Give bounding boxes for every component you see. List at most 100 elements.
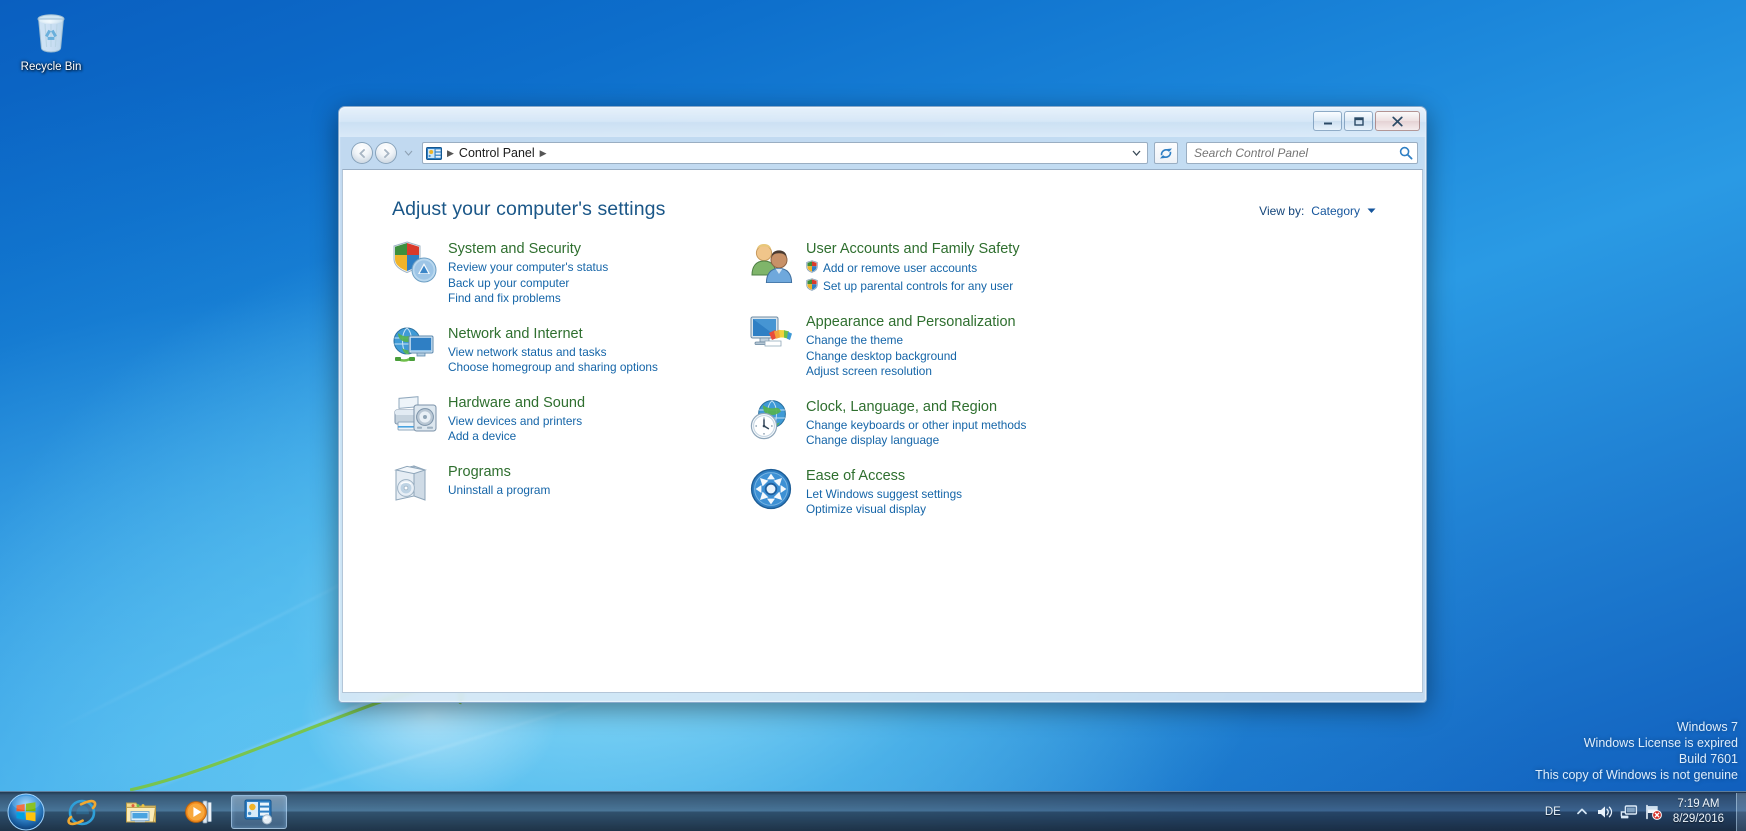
system-tray: DE 7:19 AM 8/29/2016 bbox=[1535, 792, 1746, 831]
search-icon[interactable] bbox=[1399, 146, 1413, 160]
printer-hardware-icon bbox=[392, 393, 448, 445]
category-link-text: Change keyboards or other input methods bbox=[806, 417, 1027, 432]
show-hidden-icons-button[interactable] bbox=[1571, 808, 1593, 815]
control-panel-window[interactable]: ▶ Control Panel ▶ Search Control Panel A… bbox=[338, 106, 1427, 703]
category-link[interactable]: Find and fix problems bbox=[448, 291, 608, 307]
category-title[interactable]: Network and Internet bbox=[448, 325, 583, 343]
forward-button[interactable] bbox=[375, 142, 397, 164]
category-link[interactable]: Let Windows suggest settings bbox=[806, 487, 962, 503]
address-dropdown-button[interactable] bbox=[1128, 143, 1145, 163]
forward-arrow-icon bbox=[383, 148, 390, 158]
close-icon bbox=[1392, 116, 1403, 126]
category-link[interactable]: Change the theme bbox=[806, 333, 1016, 349]
clock[interactable]: 7:19 AM 8/29/2016 bbox=[1665, 797, 1734, 827]
view-by-value[interactable]: Category bbox=[1311, 204, 1360, 218]
category-link[interactable]: Add a device bbox=[448, 429, 585, 445]
category-link[interactable]: Adjust screen resolution bbox=[806, 364, 1016, 380]
taskbar-item-media-player[interactable] bbox=[172, 795, 228, 829]
category-link-text: Set up parental controls for any user bbox=[823, 278, 1014, 293]
windows-explorer-icon bbox=[126, 802, 157, 822]
category-link[interactable]: Change desktop background bbox=[806, 349, 1016, 365]
back-button[interactable] bbox=[351, 142, 373, 164]
category-link[interactable]: Change display language bbox=[806, 433, 1026, 449]
ease-of-access-icon bbox=[750, 466, 806, 518]
page-title: Adjust your computer's settings bbox=[392, 198, 666, 220]
watermark-line-4: This copy of Windows is not genuine bbox=[1535, 768, 1738, 782]
control-panel-icon bbox=[426, 146, 442, 160]
clock-globe-icon bbox=[750, 397, 806, 449]
tray-action-center-button[interactable] bbox=[1641, 804, 1665, 820]
shield-security-icon bbox=[392, 239, 448, 307]
category-link[interactable]: Back up your computer bbox=[448, 276, 608, 292]
desktop-icon-recycle-bin[interactable]: Recycle Bin bbox=[8, 10, 94, 73]
tray-network-button[interactable] bbox=[1617, 804, 1641, 820]
category-title[interactable]: Hardware and Sound bbox=[448, 394, 585, 412]
window-titlebar[interactable] bbox=[339, 107, 1426, 137]
content-header: Adjust your computer's settings View by:… bbox=[343, 170, 1422, 221]
search-box[interactable] bbox=[1186, 142, 1418, 164]
tray-volume-button[interactable] bbox=[1593, 804, 1617, 820]
category-hardware-and-sound[interactable]: Hardware and Sound View devices and prin… bbox=[392, 393, 737, 445]
category-title[interactable]: Clock, Language, and Region bbox=[806, 398, 997, 416]
recycle-bin-icon bbox=[37, 14, 65, 53]
taskbar[interactable]: DE 7:19 AM 8/29/2016 bbox=[0, 791, 1746, 831]
category-body: Hardware and Sound View devices and prin… bbox=[448, 393, 585, 445]
refresh-icon bbox=[1160, 148, 1172, 158]
category-link[interactable]: Choose homegroup and sharing options bbox=[448, 360, 658, 376]
category-column-right: User Accounts and Family Safety Add or r… bbox=[750, 239, 1150, 535]
media-player-icon bbox=[185, 800, 212, 823]
category-title[interactable]: Ease of Access bbox=[806, 467, 905, 485]
breadcrumb-separator-end[interactable]: ▶ bbox=[537, 148, 550, 159]
uac-shield-icon bbox=[806, 260, 819, 278]
breadcrumb-control-panel[interactable]: Control Panel bbox=[457, 146, 537, 160]
view-by-control: View by: Category bbox=[1259, 204, 1376, 218]
minimize-icon bbox=[1323, 122, 1332, 125]
category-body: User Accounts and Family Safety Add or r… bbox=[806, 239, 1020, 295]
uac-shield-icon bbox=[806, 277, 819, 296]
taskbar-item-windows-explorer[interactable] bbox=[113, 795, 169, 829]
category-system-and-security[interactable]: System and Security Review your computer… bbox=[392, 239, 737, 307]
minimize-button[interactable] bbox=[1313, 111, 1342, 131]
category-link[interactable]: View devices and printers bbox=[448, 414, 585, 430]
category-link[interactable]: Uninstall a program bbox=[448, 483, 550, 499]
category-appearance-and-personalization[interactable]: Appearance and Personalization Change th… bbox=[750, 312, 1150, 380]
search-input[interactable] bbox=[1194, 146, 1399, 160]
chevron-down-icon bbox=[404, 150, 413, 156]
category-title[interactable]: User Accounts and Family Safety bbox=[806, 240, 1020, 258]
category-body: Programs Uninstall a program bbox=[448, 462, 550, 509]
taskbar-item-control-panel[interactable] bbox=[231, 794, 287, 829]
category-title[interactable]: Programs bbox=[448, 463, 511, 481]
language-indicator[interactable]: DE bbox=[1535, 806, 1571, 818]
desktop[interactable]: Recycle Bin Windows 7 Windows License is… bbox=[0, 0, 1746, 831]
taskbar-item-internet-explorer[interactable] bbox=[54, 795, 110, 829]
view-by-chevron-down-icon[interactable] bbox=[1367, 207, 1376, 216]
address-bar[interactable]: ▶ Control Panel ▶ bbox=[422, 142, 1148, 164]
category-link[interactable]: Add or remove user accounts bbox=[806, 260, 1020, 278]
category-ease-of-access[interactable]: Ease of Access Let Windows suggest setti… bbox=[750, 466, 1150, 518]
category-title[interactable]: System and Security bbox=[448, 240, 581, 258]
windows-activation-watermark: Windows 7 Windows License is expired Bui… bbox=[1535, 719, 1738, 783]
category-link[interactable]: Change keyboards or other input methods bbox=[806, 418, 1026, 434]
category-body: Clock, Language, and Region Change keybo… bbox=[806, 397, 1026, 449]
category-network-and-internet[interactable]: Network and Internet View network status… bbox=[392, 324, 737, 376]
category-link-text: Change display language bbox=[806, 433, 940, 447]
category-link[interactable]: Set up parental controls for any user bbox=[806, 277, 1020, 296]
category-user-accounts-and-family-safety[interactable]: User Accounts and Family Safety Add or r… bbox=[750, 239, 1150, 295]
category-link[interactable]: Review your computer's status bbox=[448, 260, 608, 276]
view-by-label: View by: bbox=[1259, 204, 1305, 218]
category-link[interactable]: Optimize visual display bbox=[806, 502, 962, 518]
volume-icon bbox=[1597, 805, 1612, 818]
category-link[interactable]: View network status and tasks bbox=[448, 345, 658, 361]
category-clock-language-and-region[interactable]: Clock, Language, and Region Change keybo… bbox=[750, 397, 1150, 449]
refresh-button[interactable] bbox=[1154, 142, 1178, 164]
category-link-text: View devices and printers bbox=[448, 413, 583, 428]
start-button[interactable] bbox=[1, 793, 51, 831]
category-title[interactable]: Appearance and Personalization bbox=[806, 313, 1016, 331]
close-button[interactable] bbox=[1375, 111, 1420, 131]
show-desktop-button[interactable] bbox=[1736, 792, 1746, 831]
windows-start-orb-icon bbox=[7, 793, 45, 830]
category-programs[interactable]: Programs Uninstall a program bbox=[392, 462, 737, 509]
recent-pages-button[interactable] bbox=[402, 142, 415, 164]
maximize-button[interactable] bbox=[1344, 111, 1373, 131]
action-center-flag-icon bbox=[1646, 804, 1662, 820]
